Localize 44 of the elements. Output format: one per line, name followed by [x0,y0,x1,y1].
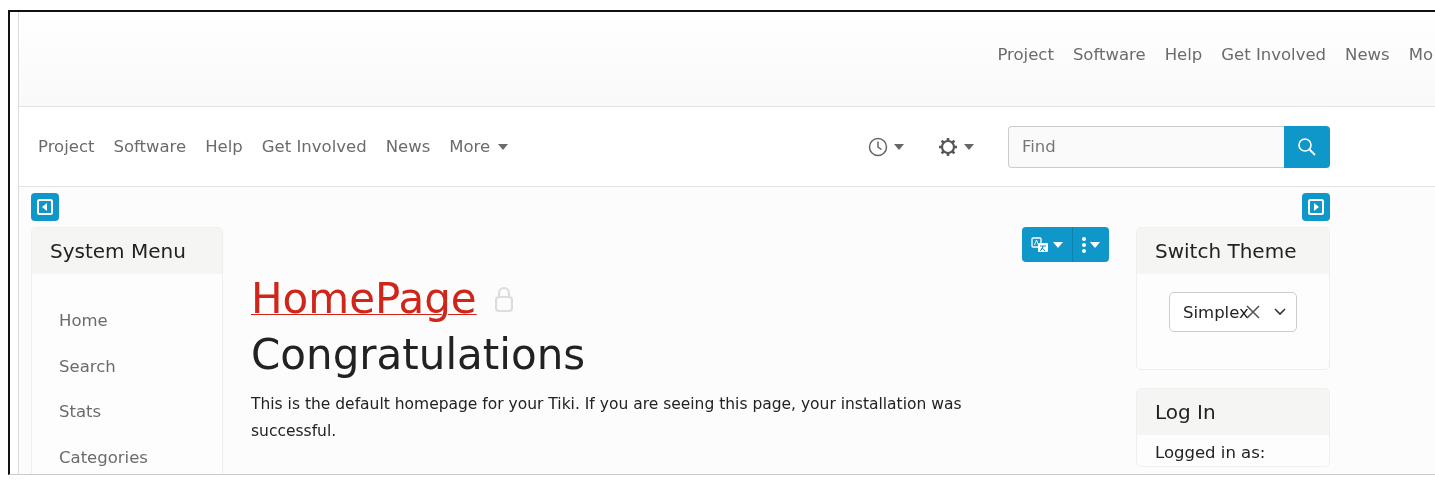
menu-item[interactable]: Stats [32,389,102,435]
history-button[interactable] [868,136,904,157]
caret-icon [498,143,509,150]
caret-left-icon [37,199,53,215]
gear-icon [938,136,958,157]
nav-link[interactable]: Software [113,137,187,156]
nav-link[interactable]: News [385,137,431,156]
search-field[interactable]: Find [1008,125,1284,168]
nav-link[interactable]: Get Involved [261,137,367,156]
page-title-link[interactable]: HomePage [251,274,477,325]
menu-item[interactable]: Search [32,343,116,389]
kebab-icon [1082,236,1086,253]
caret-icon [894,143,904,150]
page-heading: Congratulations [251,330,587,381]
clear-icon[interactable] [1246,305,1260,319]
caret-icon [1090,241,1100,248]
login-status: Logged in as: [1154,445,1267,462]
collapse-right-button[interactable] [1302,193,1330,221]
caret-icon [1053,241,1063,248]
module-title: System Menu [32,228,222,274]
translate-icon [1031,236,1049,253]
settings-button[interactable] [938,136,974,157]
page-text: This is the default homepage for your Tiki. If you are seeing this page, your installation was successful. [251,393,963,442]
module-title: Switch Theme [1137,228,1329,274]
menu-item[interactable]: Categories [32,434,148,474]
nav-link[interactable]: Help [1164,45,1203,64]
collapse-left-button[interactable] [31,193,59,221]
nav-link[interactable]: Project [38,137,95,156]
nav-link[interactable]: News [1345,45,1390,64]
search-icon [1297,136,1317,157]
menu-item[interactable]: Home [32,298,108,344]
module-title: Log In [1137,389,1329,435]
nav-link[interactable]: Project [997,45,1054,64]
nav-link[interactable]: Software [1072,45,1146,64]
chevron-down-icon [1274,308,1286,316]
caret-right-icon [1308,199,1324,215]
nav-link[interactable]: Mo [1408,45,1433,64]
nav-link[interactable]: Help [205,137,243,156]
search-button[interactable] [1284,125,1330,168]
theme-select[interactable]: Simplex [1169,292,1297,332]
nav-link[interactable]: Get Involved [1221,45,1327,64]
caret-icon [964,143,974,150]
more-menu[interactable]: More [449,137,509,156]
clock-icon [868,136,888,157]
